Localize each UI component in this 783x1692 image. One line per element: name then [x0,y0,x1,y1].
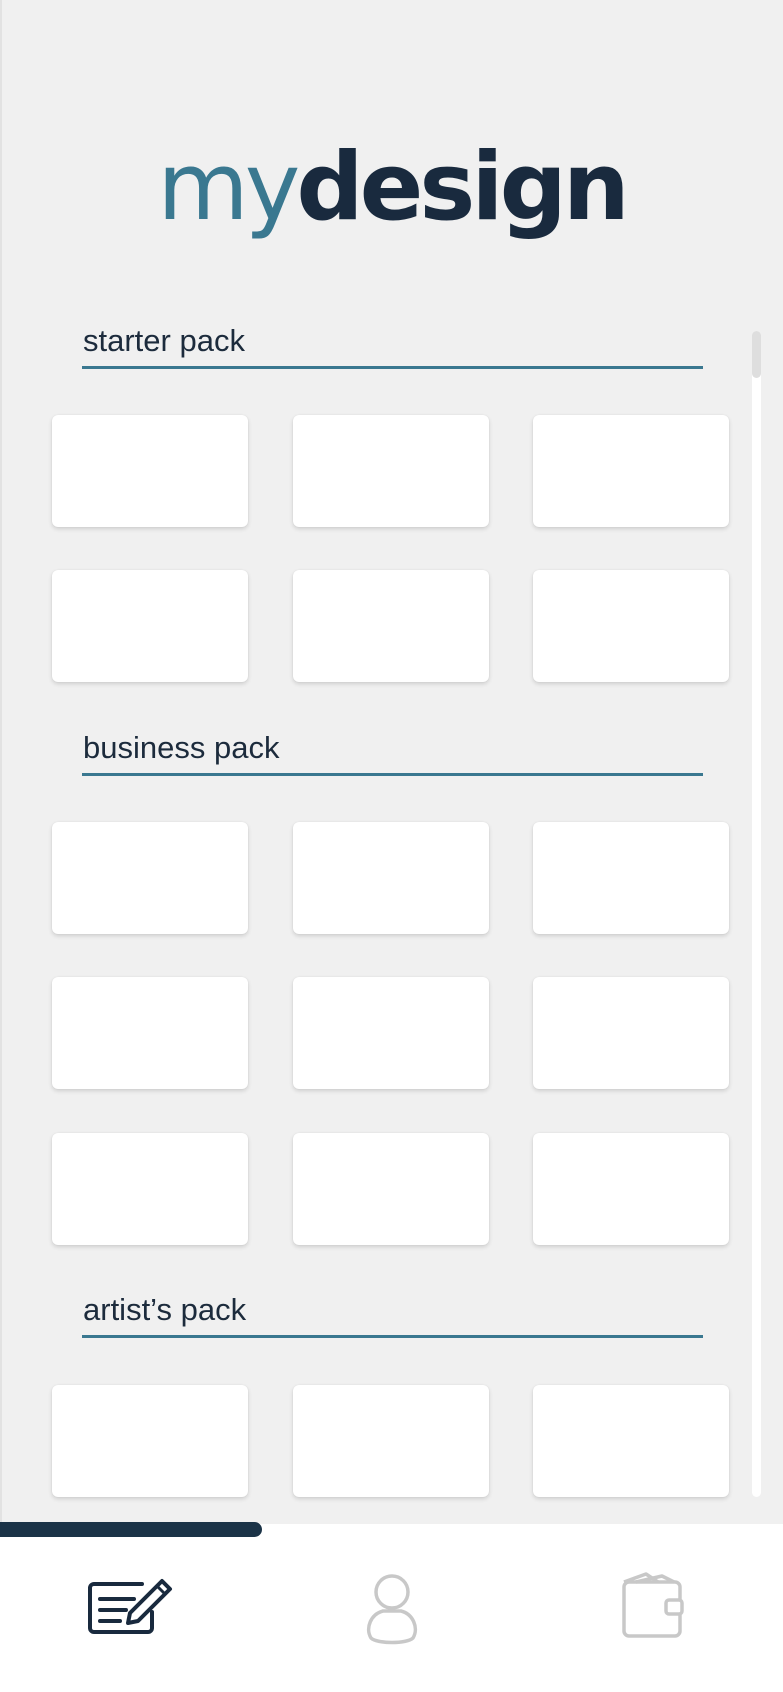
pack-title-starter: starter pack [83,323,245,358]
nav-edit[interactable] [86,1572,176,1652]
nav-profile[interactable] [349,1568,439,1648]
business-pack-card-5[interactable] [293,977,489,1089]
pack-title-artist: artist’s pack [83,1292,247,1327]
starter-pack-card-3[interactable] [533,415,729,527]
starter-pack-card-5[interactable] [293,570,489,682]
business-pack-card-9[interactable] [533,1133,729,1245]
starter-pack-card-2[interactable] [293,415,489,527]
nav-wallet[interactable] [618,1568,708,1648]
artist-pack-card-2[interactable] [293,1385,489,1497]
starter-pack-card-6[interactable] [533,570,729,682]
scrollbar-track[interactable] [752,331,761,1497]
business-pack-card-7[interactable] [52,1133,248,1245]
progress-bar [0,1522,262,1537]
business-pack-card-2[interactable] [293,822,489,934]
logo-my: my [157,133,300,242]
pack-title-business: business pack [83,730,280,765]
app-logo: mydesign [0,128,783,248]
pack-header-artist: artist’s pack [82,1291,703,1338]
wallet-icon [622,1572,684,1638]
business-pack-card-4[interactable] [52,977,248,1089]
logo-design: design [296,133,629,242]
bottom-nav [0,1524,783,1692]
business-pack-card-1[interactable] [52,822,248,934]
business-pack-card-3[interactable] [533,822,729,934]
pack-header-business: business pack [82,729,703,776]
scrollbar-thumb[interactable] [752,331,761,378]
business-pack-card-8[interactable] [293,1133,489,1245]
profile-icon [366,1574,418,1645]
starter-pack-card-1[interactable] [52,415,248,527]
artist-pack-card-3[interactable] [533,1385,729,1497]
artist-pack-card-1[interactable] [52,1385,248,1497]
edit-icon [88,1579,172,1634]
business-pack-card-6[interactable] [533,977,729,1089]
pack-header-starter: starter pack [82,322,703,369]
starter-pack-card-4[interactable] [52,570,248,682]
